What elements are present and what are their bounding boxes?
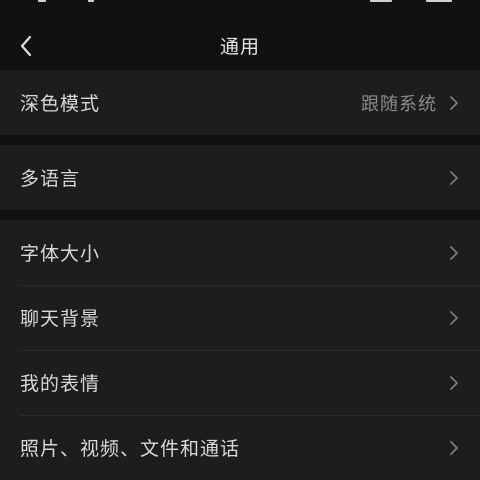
row-label: 照片、视频、文件和通话 <box>20 438 241 460</box>
settings-general-page: 通用 深色模式 跟随系统 多语言 字体大小 聊天背景 我的表情 照片、视频、文件… <box>0 0 480 480</box>
page-title: 通用 <box>219 36 260 58</box>
status-icon <box>88 0 94 2</box>
row-label: 深色模式 <box>20 93 101 115</box>
chevron-right-icon <box>448 94 460 112</box>
settings-row-font-size[interactable]: 字体大小 <box>0 220 480 285</box>
chevron-right-icon <box>448 244 460 262</box>
battery-icon <box>426 0 452 2</box>
row-value: 跟随系统 <box>361 93 437 115</box>
settings-row-dark-mode[interactable]: 深色模式 跟随系统 <box>0 70 480 135</box>
settings-row-language[interactable]: 多语言 <box>0 145 480 210</box>
settings-group-chat: 字体大小 聊天背景 我的表情 照片、视频、文件和通话 <box>0 220 480 480</box>
signal-icon <box>370 0 392 2</box>
settings-row-media-files-calls[interactable]: 照片、视频、文件和通话 <box>0 415 480 480</box>
chevron-right-icon <box>448 439 460 457</box>
row-label: 字体大小 <box>20 243 101 265</box>
settings-group-display: 深色模式 跟随系统 <box>0 70 480 135</box>
settings-row-chat-background[interactable]: 聊天背景 <box>0 285 480 350</box>
chevron-right-icon <box>448 169 460 187</box>
settings-row-my-stickers[interactable]: 我的表情 <box>0 350 480 415</box>
chevron-right-icon <box>448 374 460 392</box>
settings-group-language: 多语言 <box>0 145 480 210</box>
navigation-bar: 通用 <box>0 14 480 74</box>
chevron-right-icon <box>448 309 460 327</box>
status-icon <box>38 0 46 2</box>
row-label: 聊天背景 <box>20 308 101 330</box>
status-bar <box>0 0 480 8</box>
row-label: 我的表情 <box>20 373 101 395</box>
row-label: 多语言 <box>20 168 81 190</box>
